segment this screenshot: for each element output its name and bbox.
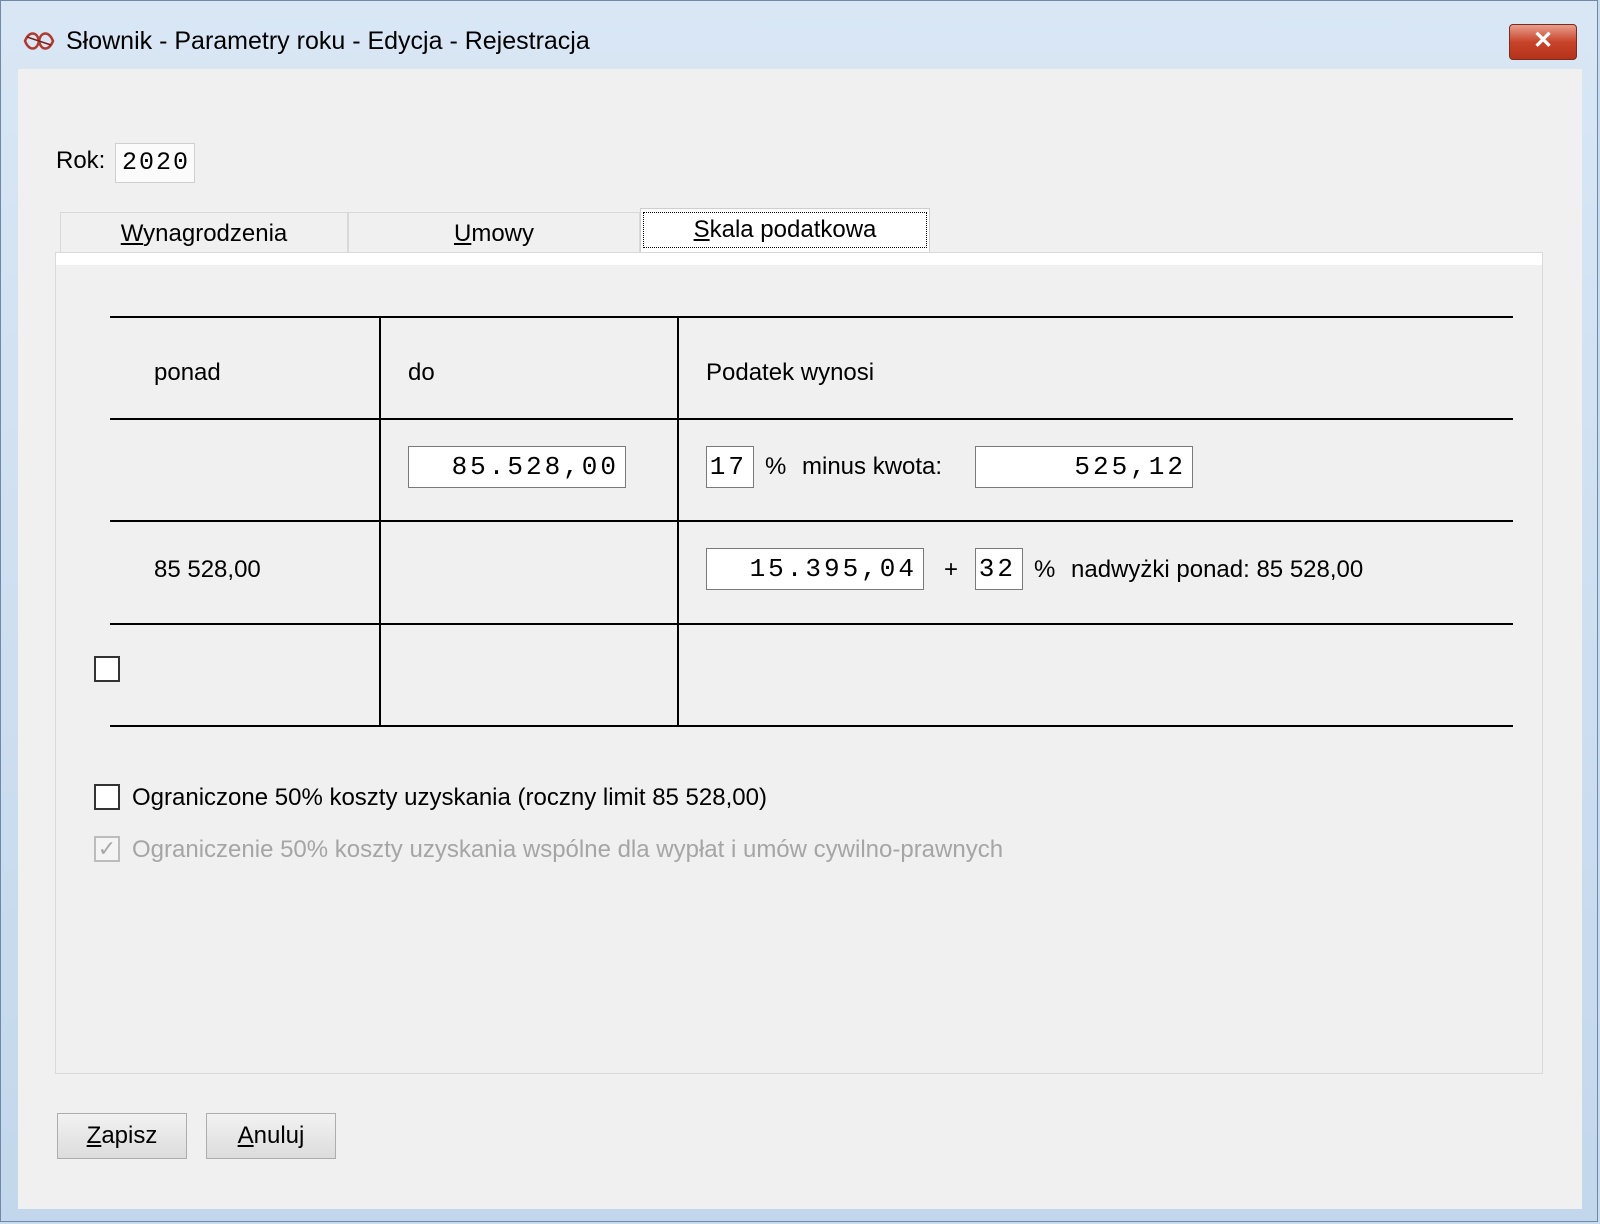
plus-sign: + <box>944 556 959 583</box>
tab-focus-rect: Skala podatkowa <box>642 212 928 248</box>
button-label: apisz <box>101 1122 158 1149</box>
tab-label: mowy <box>471 220 534 247</box>
bracket2-lower-limit: 85 528,00 <box>154 556 261 583</box>
minus-amount-field[interactable]: 525,12 <box>975 446 1193 488</box>
bracket1-percent-field[interactable]: 17 <box>706 446 754 488</box>
shared-limit-label: Ograniczenie 50% koszty uzyskania wspóln… <box>132 836 1004 863</box>
header-do: do <box>408 359 435 386</box>
bracket3-enable-checkbox[interactable] <box>94 656 120 682</box>
percent-sign: % <box>1034 556 1056 583</box>
table-line <box>110 520 1513 522</box>
window-title: Słownik - Parametry roku - Edycja - Reje… <box>66 27 590 55</box>
header-ponad: ponad <box>154 359 221 386</box>
table-line-top <box>110 316 1513 318</box>
tab-skala-podatkowa[interactable]: Skala podatkowa <box>640 208 930 254</box>
minus-amount-label: minus kwota: <box>802 453 943 480</box>
bracket2-percent-field[interactable]: 32 <box>975 548 1023 590</box>
limited-costs-checkbox[interactable] <box>94 784 120 810</box>
excess-over-label: nadwyżki ponad: 85 528,00 <box>1071 556 1364 583</box>
table-line <box>110 418 1513 420</box>
tab-accel: W <box>120 220 144 247</box>
save-button[interactable]: Zapisz <box>57 1113 187 1159</box>
tab-accel: U <box>453 220 472 247</box>
tab-umowy[interactable]: Umowy <box>348 212 640 252</box>
button-accel: Z <box>86 1122 102 1149</box>
limited-costs-label: Ograniczone 50% koszty uzyskania (roczny… <box>132 784 767 811</box>
button-label: nuluj <box>253 1122 305 1149</box>
bracket2-base-tax-field[interactable]: 15.395,04 <box>706 548 924 590</box>
dialog-client-area: Rok: 2020 Wynagrodzenia Umowy Skala poda… <box>18 69 1582 1209</box>
shared-limit-checkbox: ✓ <box>94 836 120 862</box>
dialog-window: Słownik - Parametry roku - Edycja - Reje… <box>0 0 1598 1222</box>
close-icon: ✕ <box>1532 27 1554 54</box>
tab-label: ynagrodzenia <box>143 220 288 247</box>
year-field[interactable]: 2020 <box>115 143 195 183</box>
header-podatek-wynosi: Podatek wynosi <box>706 359 875 386</box>
checkmark-icon: ✓ <box>97 836 117 861</box>
table-divider-1 <box>379 316 381 727</box>
title-bar[interactable]: Słownik - Parametry roku - Edycja - Reje… <box>1 1 1597 69</box>
table-line-bottom <box>110 725 1513 727</box>
table-line <box>110 623 1513 625</box>
app-logo-icon <box>23 32 55 50</box>
button-accel: A <box>237 1122 254 1149</box>
close-button[interactable]: ✕ <box>1509 24 1577 60</box>
cancel-button[interactable]: Anuluj <box>206 1113 336 1159</box>
tab-accel: S <box>693 216 710 243</box>
tab-panel-skala-podatkowa: ponad do Podatek wynosi 85.528,00 17 % m… <box>55 252 1543 1074</box>
bracket1-upper-limit-field[interactable]: 85.528,00 <box>408 446 626 488</box>
tab-wynagrodzenia[interactable]: Wynagrodzenia <box>60 212 348 252</box>
percent-sign: % <box>765 453 787 480</box>
panel-top-strip <box>56 253 1542 265</box>
table-divider-2 <box>677 316 679 727</box>
year-label: Rok: <box>56 147 106 174</box>
tab-label: kala podatkowa <box>709 216 877 243</box>
